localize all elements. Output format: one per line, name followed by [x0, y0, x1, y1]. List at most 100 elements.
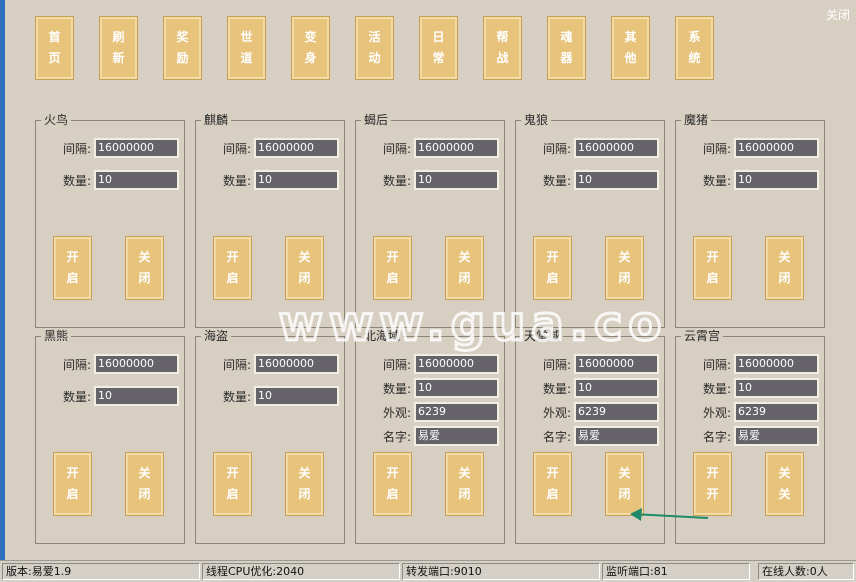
toolbar-button-8-line1: 魂: [560, 30, 573, 44]
close-button[interactable]: 关闭: [765, 236, 804, 300]
close-button[interactable]: 关闭: [445, 452, 484, 516]
toolbar-button-10[interactable]: 系统: [675, 16, 714, 80]
toolbar-button-5[interactable]: 活动: [355, 16, 394, 80]
close-button-line1: 关: [138, 250, 151, 264]
close-button[interactable]: 关闭: [445, 236, 484, 300]
field-row-name: 名字: 易爱: [516, 426, 659, 446]
interval-field[interactable]: 16000000: [574, 354, 659, 374]
count-field[interactable]: 10: [734, 378, 819, 398]
interval-field[interactable]: 16000000: [414, 138, 499, 158]
toolbar-button-7-line2: 战: [496, 51, 509, 65]
group-title: 北海域: [361, 329, 404, 343]
name-label: 名字:: [542, 429, 571, 444]
look-field[interactable]: 6239: [414, 402, 499, 422]
name-field[interactable]: 易爱: [574, 426, 659, 446]
count-field[interactable]: 10: [734, 170, 819, 190]
open-button-line1: 开: [706, 250, 719, 264]
count-label: 数量:: [382, 381, 411, 396]
close-button-line2: 闭: [298, 487, 311, 501]
count-field[interactable]: 10: [94, 170, 179, 190]
open-button-line2: 启: [546, 487, 559, 501]
group-panel: 云霄宫 间隔: 16000000 数量: 10 外观: 6239 名字: 易爱开开关关: [675, 329, 825, 544]
toolbar-button-2[interactable]: 奖励: [163, 16, 202, 80]
close-button-line2: 闭: [618, 487, 631, 501]
open-button[interactable]: 开启: [693, 236, 732, 300]
open-button[interactable]: 开启: [533, 236, 572, 300]
field-row-interval: 间隔: 16000000: [356, 354, 499, 374]
look-label: 外观:: [542, 405, 571, 420]
close-button[interactable]: 关闭: [605, 452, 644, 516]
toolbar-button-6-line2: 常: [432, 51, 445, 65]
count-field[interactable]: 10: [254, 386, 339, 406]
toolbar-button-1[interactable]: 刷新: [99, 16, 138, 80]
toolbar-button-4[interactable]: 变身: [291, 16, 330, 80]
close-button[interactable]: 关闭: [125, 236, 164, 300]
open-button[interactable]: 开启: [213, 236, 252, 300]
interval-label: 间隔:: [542, 357, 571, 372]
interval-field[interactable]: 16000000: [574, 138, 659, 158]
field-row-count: 数量: 10: [516, 170, 659, 190]
count-label: 数量:: [382, 173, 411, 188]
toolbar-button-10-line1: 系: [688, 30, 701, 44]
close-button-line2: 闭: [618, 271, 631, 285]
count-field[interactable]: 10: [414, 378, 499, 398]
count-field[interactable]: 10: [414, 170, 499, 190]
toolbar-button-3[interactable]: 世道: [227, 16, 266, 80]
close-button-line2: 关: [778, 487, 791, 501]
count-field[interactable]: 10: [254, 170, 339, 190]
window-close-button[interactable]: 关闭: [826, 6, 850, 23]
toolbar-button-9[interactable]: 其他: [611, 16, 650, 80]
toolbar-button-8-line2: 器: [560, 51, 573, 65]
toolbar-button-7[interactable]: 帮战: [483, 16, 522, 80]
field-row-interval: 间隔: 16000000: [196, 354, 339, 374]
toolbar-button-6-line1: 日: [432, 30, 445, 44]
group-title: 麒麟: [201, 113, 232, 127]
close-button[interactable]: 关闭: [285, 452, 324, 516]
field-row-count: 数量: 10: [196, 386, 339, 406]
count-field[interactable]: 10: [94, 386, 179, 406]
open-button[interactable]: 开启: [213, 452, 252, 516]
look-field[interactable]: 6239: [574, 402, 659, 422]
open-button-line1: 开: [66, 250, 79, 264]
close-button[interactable]: 关闭: [605, 236, 644, 300]
interval-field[interactable]: 16000000: [254, 138, 339, 158]
interval-field[interactable]: 16000000: [734, 138, 819, 158]
name-field[interactable]: 易爱: [734, 426, 819, 446]
field-row-count: 数量: 10: [676, 170, 819, 190]
toolbar-button-8[interactable]: 魂器: [547, 16, 586, 80]
interval-field[interactable]: 16000000: [94, 354, 179, 374]
count-field[interactable]: 10: [574, 170, 659, 190]
close-button[interactable]: 关闭: [285, 236, 324, 300]
interval-field[interactable]: 16000000: [734, 354, 819, 374]
look-field[interactable]: 6239: [734, 402, 819, 422]
group-panel: 麒麟 间隔: 16000000 数量: 10 开启关闭: [195, 113, 345, 328]
close-button[interactable]: 关闭: [125, 452, 164, 516]
toolbar-button-0-line1: 首: [48, 30, 61, 44]
open-button[interactable]: 开启: [53, 236, 92, 300]
close-button-line2: 闭: [458, 487, 471, 501]
open-button[interactable]: 开启: [53, 452, 92, 516]
toolbar-button-10-line2: 统: [688, 51, 701, 65]
count-field[interactable]: 10: [574, 378, 659, 398]
close-button[interactable]: 关关: [765, 452, 804, 516]
interval-field[interactable]: 16000000: [94, 138, 179, 158]
name-field[interactable]: 易爱: [414, 426, 499, 446]
open-button[interactable]: 开启: [373, 452, 412, 516]
close-button-line1: 关: [458, 250, 471, 264]
toolbar-button-0[interactable]: 首页: [35, 16, 74, 80]
group-title: 火鸟: [41, 113, 72, 127]
toolbar-button-9-line2: 他: [624, 51, 637, 65]
interval-label: 间隔:: [702, 357, 731, 372]
group-title: 蝎后: [361, 113, 392, 127]
status-listen-port: 监听端口:81: [602, 563, 750, 580]
open-button-line1: 开: [226, 466, 239, 480]
interval-field[interactable]: 16000000: [414, 354, 499, 374]
interval-field[interactable]: 16000000: [254, 354, 339, 374]
open-button-line2: 启: [66, 487, 79, 501]
open-button-line1: 开: [386, 466, 399, 480]
open-button-line1: 开: [226, 250, 239, 264]
open-button[interactable]: 开开: [693, 452, 732, 516]
toolbar-button-6[interactable]: 日常: [419, 16, 458, 80]
open-button[interactable]: 开启: [533, 452, 572, 516]
open-button[interactable]: 开启: [373, 236, 412, 300]
